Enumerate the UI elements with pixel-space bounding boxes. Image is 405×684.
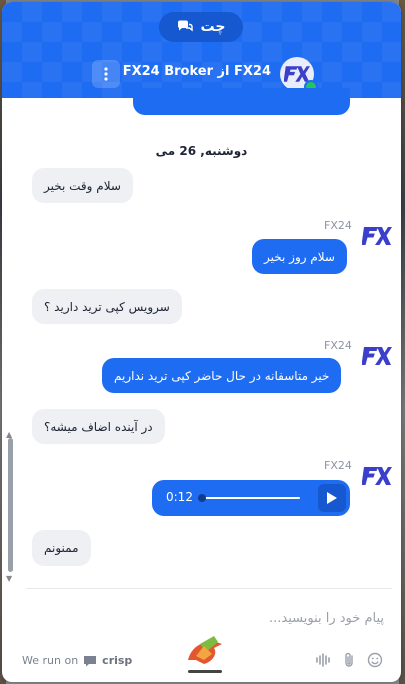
fx24-logo-icon <box>362 467 392 485</box>
crisp-branding[interactable]: We run on crisp <box>22 654 132 667</box>
watermark-logo <box>188 636 222 673</box>
microphone-waveform-icon <box>316 653 330 667</box>
scroll-down-icon[interactable]: ▼ <box>6 574 12 583</box>
smiley-icon <box>367 652 383 668</box>
outgoing-message: خیر متاسفانه در حال حاضر کپی ترید نداریم <box>102 358 342 393</box>
emoji-button[interactable] <box>365 650 385 670</box>
paperclip-icon <box>345 652 353 667</box>
crisp-logo-icon <box>84 655 97 666</box>
fx24-logo-icon <box>362 227 392 245</box>
message-list[interactable]: دوشنبه, 26 می سلام وقت بخیر FX24 سلام رو… <box>2 98 401 588</box>
audio-progress-handle[interactable] <box>198 494 206 502</box>
operator-title: FX24 از FX24 Broker <box>122 64 271 79</box>
fx24-logo-icon <box>362 347 392 365</box>
incoming-message: ممنونم <box>32 530 91 566</box>
sender-name: FX24 <box>324 219 352 232</box>
audio-duration: 0:12 <box>166 490 193 504</box>
audio-progress-track[interactable] <box>200 497 300 499</box>
incoming-message: در آینده اضاف میشه؟ <box>32 409 165 444</box>
tab-chat-label: چت <box>200 19 226 35</box>
tab-chat[interactable]: چت <box>159 12 243 42</box>
kebab-menu-icon <box>104 67 108 81</box>
chat-widget: چت FX24 از FX24 Broker دوشنبه, 26 می سلا… <box>2 2 401 682</box>
chat-header: چت FX24 از FX24 Broker <box>2 2 401 98</box>
play-button[interactable] <box>318 484 346 512</box>
crisp-brand-name: crisp <box>102 654 133 667</box>
attach-file-button[interactable] <box>339 650 359 670</box>
incoming-message: سلام وقت بخیر <box>32 168 133 203</box>
message-list-scrollbar[interactable] <box>8 438 13 572</box>
outgoing-message: سلام روز بخیر <box>252 239 347 274</box>
we-run-on-text: We run on <box>22 654 79 667</box>
more-options-button[interactable] <box>92 60 120 88</box>
sender-name: FX24 <box>324 339 352 352</box>
voice-message-button[interactable] <box>313 650 333 670</box>
date-separator: دوشنبه, 26 می <box>155 144 248 158</box>
chat-bubbles-icon <box>177 20 193 32</box>
composer-divider <box>26 588 392 589</box>
incoming-message: سرویس کپی ترید دارید ؟ <box>32 289 182 324</box>
play-icon <box>327 492 337 504</box>
audio-message: 0:12 <box>152 480 350 516</box>
sender-name: FX24 <box>324 459 352 472</box>
